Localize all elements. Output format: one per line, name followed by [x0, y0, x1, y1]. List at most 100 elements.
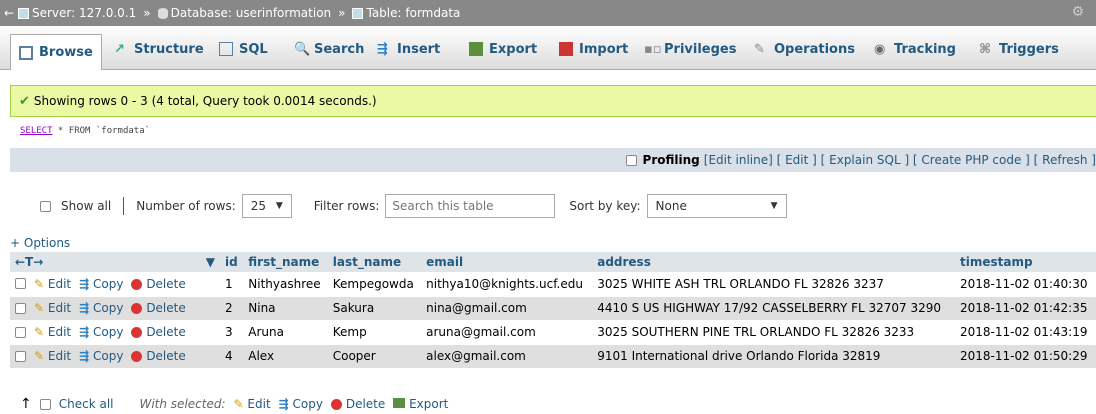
rows-select[interactable]: 25 ▼	[241, 194, 292, 218]
breadcrumb: Server: 127.0.0.1 » Database: userinform…	[18, 6, 460, 20]
sort-chevron-icon[interactable]: ▼	[206, 255, 215, 269]
col-address[interactable]: address	[592, 252, 956, 272]
delete-link[interactable]: Delete	[131, 349, 186, 363]
bulk-export-button[interactable]: Export	[393, 397, 448, 411]
tab-label: SQL	[239, 41, 268, 57]
message-text: Showing rows 0 - 3 (4 total, Query took …	[33, 94, 377, 108]
tab-label: Browse	[39, 45, 93, 60]
column-arrows-icon[interactable]: ←T→	[15, 255, 43, 269]
delete-label: Delete	[146, 325, 186, 339]
cell-address: 3025 WHITE ASH TRL ORLANDO FL 32826 3237	[592, 272, 956, 297]
table-row: ✎ Edit ⇶ Copy Delete 4 Alex Cooper alex@…	[10, 344, 1096, 369]
cell-first-name: Nithyashree	[243, 272, 328, 297]
bulk-edit-button[interactable]: ✎ Edit	[234, 397, 271, 411]
tab-triggers[interactable]: ⌘ Triggers	[975, 36, 1063, 62]
cell-timestamp: 2018-11-02 01:50:29	[955, 344, 1096, 369]
profiling-checkbox[interactable]	[625, 154, 637, 166]
edit-label: Edit	[47, 301, 72, 315]
tab-label: Privileges	[664, 41, 737, 57]
insert-icon: ⇶	[377, 42, 388, 57]
row-actions: ✎ Edit ⇶ Copy Delete	[10, 272, 220, 297]
tab-insert[interactable]: ⇶ Insert	[373, 36, 444, 62]
actions-header: ←T→ ▼	[10, 252, 220, 272]
cell-last-name: Kempegowda	[327, 272, 422, 297]
bulk-edit-label: Edit	[247, 397, 271, 411]
edit-link[interactable]: ✎ Edit	[34, 277, 71, 291]
bulk-copy-button[interactable]: ⇶ Copy	[279, 397, 323, 411]
sql-keyword[interactable]: SELECT	[20, 126, 53, 136]
tab-import[interactable]: Import	[555, 36, 632, 62]
tab-privileges[interactable]: ▪▫ Privileges	[640, 36, 740, 62]
tab-operations[interactable]: ✎ Operations	[750, 36, 859, 62]
sql-action-links[interactable]: [Edit inline] [ Edit ] [ Explain SQL ] […	[704, 153, 1096, 167]
row-checkbox[interactable]	[15, 350, 26, 362]
tab-label: Search	[314, 41, 365, 57]
col-email[interactable]: email	[421, 252, 593, 272]
tab-tracking[interactable]: ◉ Tracking	[870, 36, 960, 62]
tab-sql[interactable]: SQL	[215, 36, 272, 62]
delete-label: Delete	[146, 349, 186, 363]
tab-browse[interactable]: Browse	[10, 34, 102, 70]
col-timestamp[interactable]: timestamp	[955, 252, 1096, 272]
show-all-checkbox[interactable]	[40, 200, 51, 212]
cell-id: 2	[220, 296, 244, 321]
sort-value: None	[655, 199, 687, 213]
delete-link[interactable]: Delete	[131, 301, 186, 315]
options-link[interactable]: + Options	[10, 236, 70, 250]
gear-icon[interactable]: ⚙	[1071, 4, 1084, 20]
col-id[interactable]: id	[220, 252, 244, 272]
breadcrumb-table[interactable]: Table: formdata	[366, 6, 460, 20]
tab-export[interactable]: Export	[465, 36, 541, 62]
tab-label: Tracking	[894, 41, 956, 57]
success-message: ✔ Showing rows 0 - 3 (4 total, Query too…	[10, 85, 1096, 117]
copy-link[interactable]: ⇶ Copy	[79, 349, 123, 363]
breadcrumb-database[interactable]: Database: userinformation	[171, 6, 332, 20]
col-first-name[interactable]: first_name	[243, 252, 328, 272]
delete-icon	[331, 399, 342, 410]
export-icon	[393, 398, 406, 408]
tab-structure[interactable]: ↗ Structure	[110, 36, 208, 62]
checkmark-icon: ✔	[19, 93, 30, 109]
copy-label: Copy	[93, 325, 124, 339]
table-icon	[352, 7, 364, 19]
cell-id: 3	[220, 320, 244, 345]
copy-icon: ⇶	[278, 397, 289, 411]
bulk-delete-label: Delete	[345, 397, 386, 411]
tab-search[interactable]: 🔍 Search	[290, 36, 368, 62]
sort-select[interactable]: None ▼	[646, 194, 787, 218]
breadcrumb-server[interactable]: Server: 127.0.0.1	[32, 6, 136, 20]
privileges-icon: ▪▫	[644, 42, 662, 57]
cell-email: nina@gmail.com	[421, 296, 593, 321]
filter-input[interactable]: Search this table	[385, 194, 556, 218]
copy-link[interactable]: ⇶ Copy	[79, 277, 123, 291]
tab-label: Import	[579, 41, 629, 57]
edit-link[interactable]: ✎ Edit	[34, 349, 71, 363]
copy-icon: ⇶	[79, 276, 90, 291]
row-checkbox[interactable]	[15, 326, 26, 338]
edit-link[interactable]: ✎ Edit	[34, 325, 71, 339]
bulk-delete-button[interactable]: Delete	[331, 397, 385, 411]
tracking-icon: ◉	[874, 42, 886, 57]
operations-icon: ✎	[754, 42, 765, 57]
copy-link[interactable]: ⇶ Copy	[79, 325, 123, 339]
structure-icon: ↗	[114, 42, 125, 57]
row-checkbox[interactable]	[15, 302, 26, 314]
database-icon	[157, 7, 168, 19]
delete-link[interactable]: Delete	[131, 277, 186, 291]
sql-options-bar: Profiling [Edit inline] [ Edit ] [ Expla…	[10, 148, 1096, 172]
results-table: ←T→ ▼ id first_name last_name email addr…	[10, 252, 1096, 369]
profiling-label: Profiling	[642, 153, 700, 167]
cell-timestamp: 2018-11-02 01:43:19	[955, 320, 1096, 345]
copy-label: Copy	[93, 301, 124, 315]
cell-first-name: Aruna	[243, 320, 328, 345]
triggers-icon: ⌘	[979, 42, 992, 57]
edit-link[interactable]: ✎ Edit	[34, 301, 71, 315]
row-checkbox[interactable]	[15, 278, 26, 290]
check-all-checkbox[interactable]	[39, 398, 51, 410]
col-last-name[interactable]: last_name	[327, 252, 422, 272]
sql-query[interactable]: SELECT * FROM `formdata`	[20, 126, 150, 136]
delete-link[interactable]: Delete	[131, 325, 186, 339]
check-all-label[interactable]: Check all	[59, 397, 114, 411]
back-arrow-icon[interactable]: ←	[0, 6, 18, 20]
copy-link[interactable]: ⇶ Copy	[79, 301, 123, 315]
